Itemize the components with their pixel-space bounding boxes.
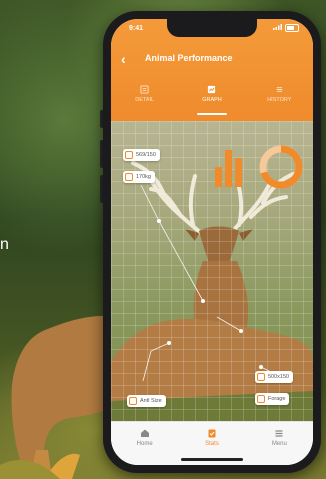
page-title: Animal Performance xyxy=(145,53,233,63)
phone-screen: 9:41 ‹ Animal Performance DETAIL GRAPH H… xyxy=(111,19,313,465)
list-icon xyxy=(140,85,149,94)
back-button[interactable]: ‹ xyxy=(121,51,126,67)
clipboard-icon xyxy=(208,429,216,438)
bottom-nav: Home Stats Menu xyxy=(111,421,313,465)
phone-frame: 9:41 ‹ Animal Performance DETAIL GRAPH H… xyxy=(103,11,321,473)
tab-label: DETAIL xyxy=(135,97,155,103)
tab-graph[interactable]: GRAPH xyxy=(178,81,245,121)
nav-label: Menu xyxy=(271,441,287,447)
tag-weight[interactable]: 569/150 xyxy=(123,149,160,161)
scale-icon xyxy=(125,173,133,181)
bar-2 xyxy=(225,150,232,187)
tab-label: GRAPH xyxy=(202,97,222,103)
status-indicators xyxy=(273,24,299,32)
nav-label: Stats xyxy=(205,441,219,447)
tab-history[interactable]: HISTORY xyxy=(246,81,313,121)
nav-menu[interactable]: Menu xyxy=(246,422,313,465)
tag-range-value: 500x150 xyxy=(268,374,290,380)
search-icon xyxy=(129,397,137,405)
status-time: 9:41 xyxy=(129,25,144,32)
tag-mass-value: 170kg xyxy=(136,174,151,180)
tab-bar: DETAIL GRAPH HISTORY xyxy=(111,81,313,121)
tag-range[interactable]: 500x150 xyxy=(255,371,294,383)
bar-3 xyxy=(235,158,242,187)
tag-antler-value: Antl Size xyxy=(140,398,162,404)
chart-icon xyxy=(208,85,216,94)
tag-gait-value: Forage xyxy=(268,396,286,402)
bar-1 xyxy=(215,167,222,187)
footprint-icon xyxy=(257,395,265,403)
nav-home[interactable]: Home xyxy=(111,422,178,465)
menu-icon xyxy=(275,430,283,437)
tag-mass[interactable]: 170kg xyxy=(123,171,155,183)
donut-chart xyxy=(259,145,303,189)
side-caption: n xyxy=(0,236,10,253)
bar-chart xyxy=(215,143,247,187)
tag-gait[interactable]: Forage xyxy=(255,393,290,405)
calendar-icon xyxy=(257,373,265,381)
tab-label: HISTORY xyxy=(267,97,292,103)
title-row: ‹ Animal Performance xyxy=(111,49,313,71)
weight-icon xyxy=(125,151,133,159)
phone-notch xyxy=(167,19,257,37)
signal-icon xyxy=(273,24,282,32)
tab-detail[interactable]: DETAIL xyxy=(111,81,178,121)
nav-label: Home xyxy=(136,441,153,447)
battery-icon xyxy=(285,24,299,32)
tag-weight-value: 569/150 xyxy=(136,152,156,158)
history-icon xyxy=(276,87,283,92)
tag-antler[interactable]: Antl Size xyxy=(127,395,166,407)
deer-photo-panel: 569/150 170kg Antl Size 500x150 Forage xyxy=(111,121,313,421)
home-icon xyxy=(140,429,149,437)
home-indicator xyxy=(181,458,243,461)
